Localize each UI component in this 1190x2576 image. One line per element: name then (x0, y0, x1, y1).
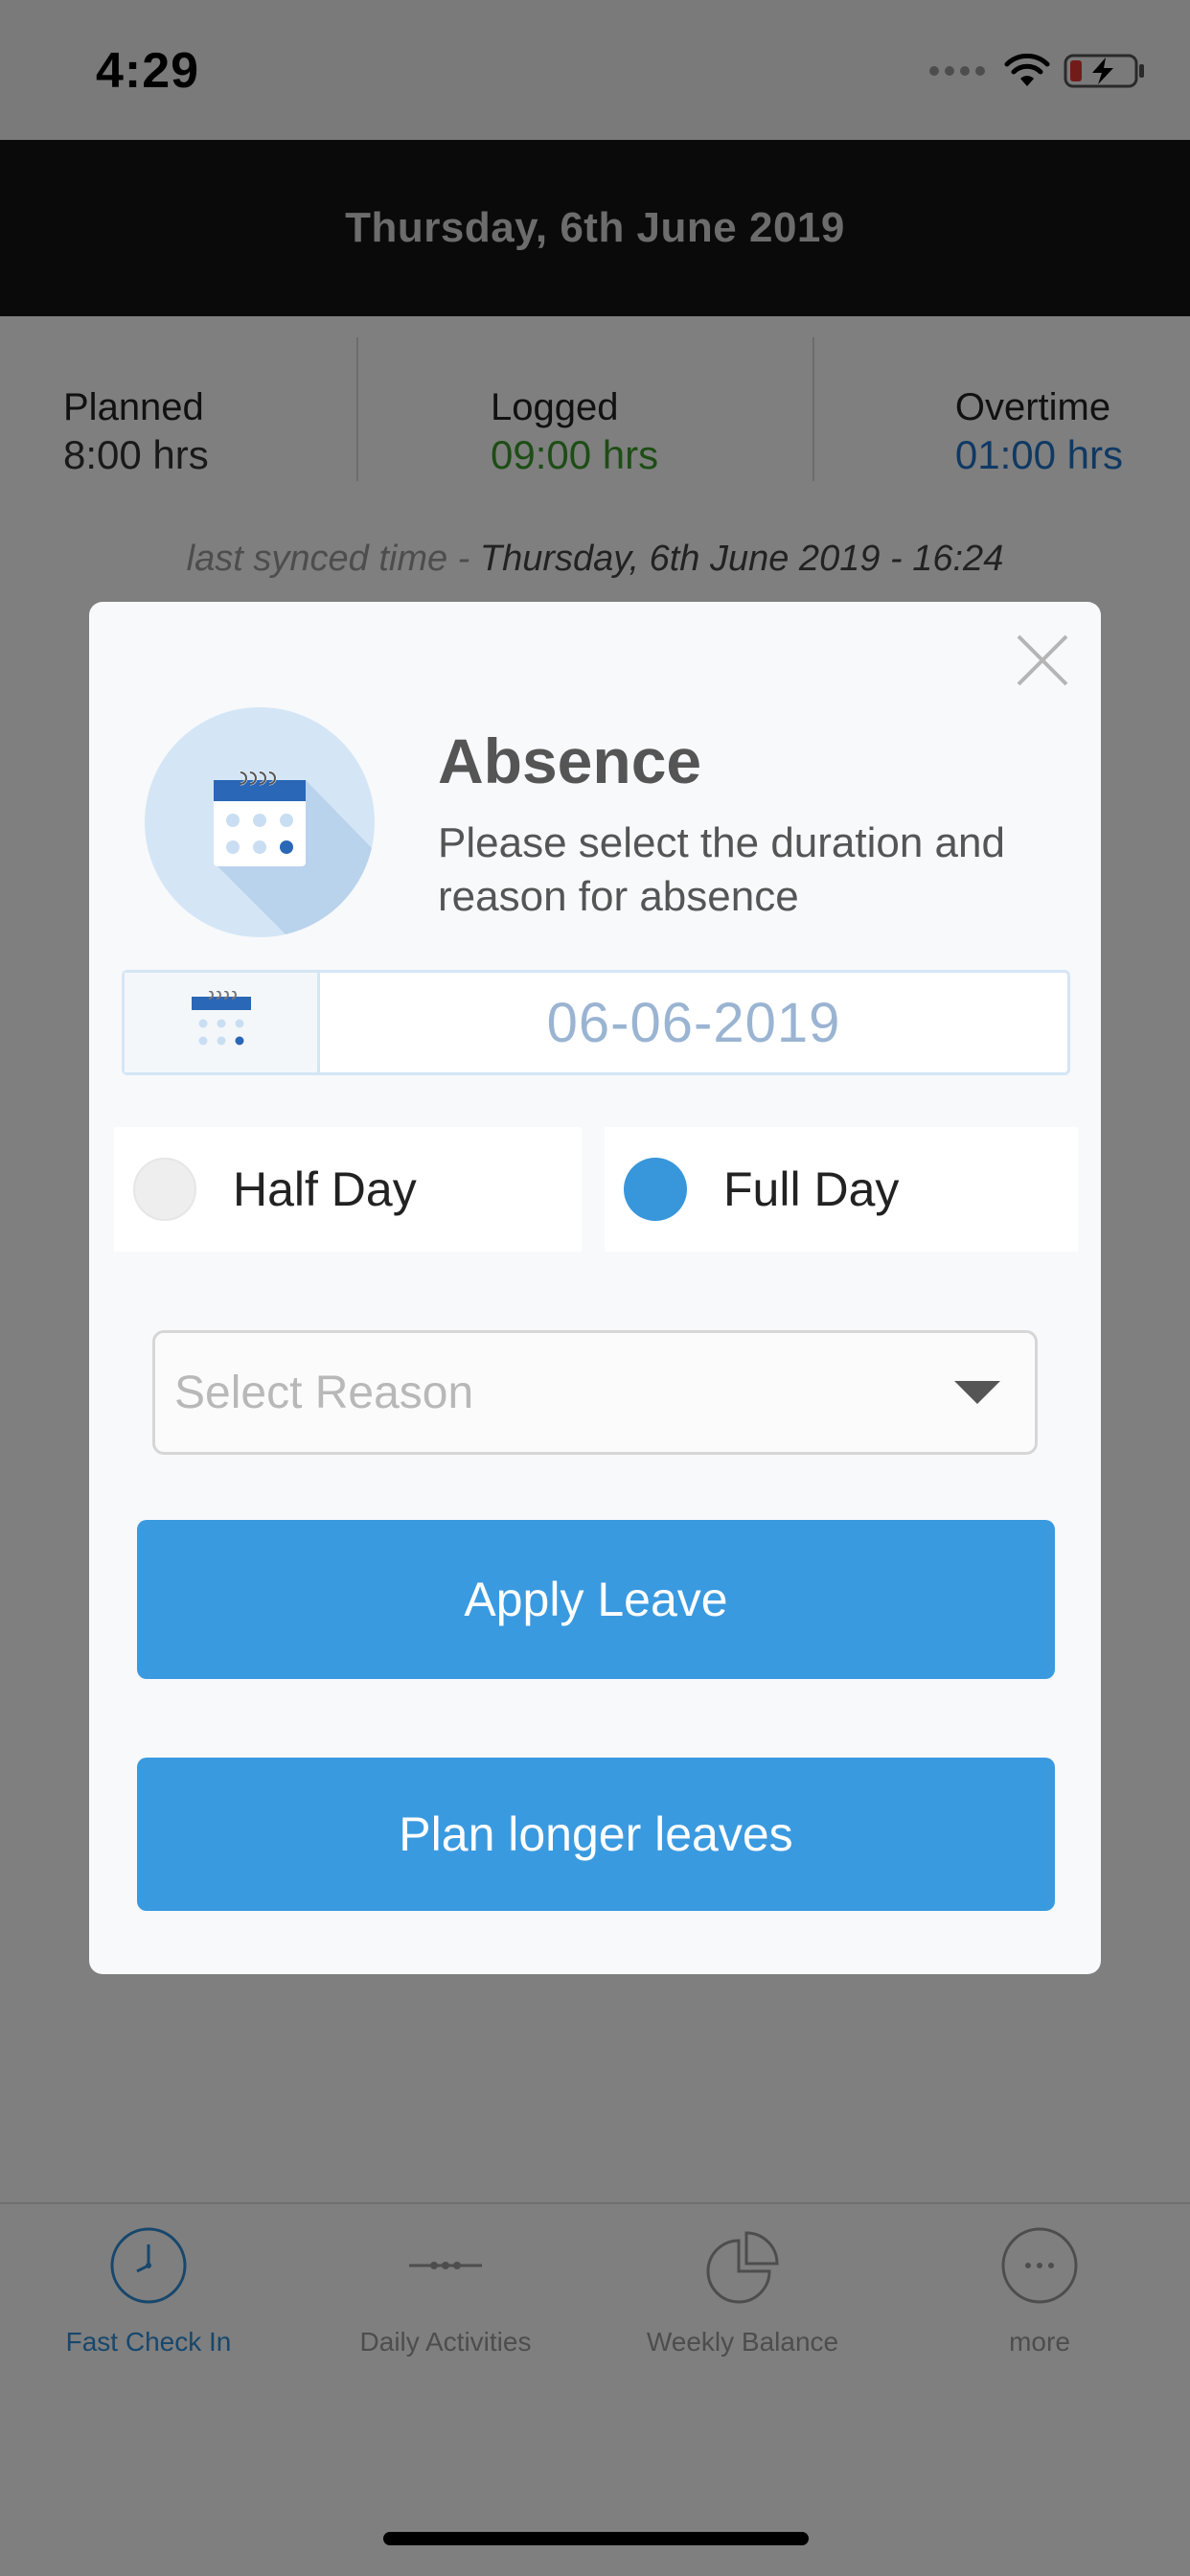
apply-leave-button[interactable]: Apply Leave (137, 1520, 1055, 1679)
modal-title: Absence (438, 725, 702, 796)
reason-select[interactable]: Select Reason (152, 1330, 1038, 1455)
absence-illustration (145, 707, 375, 937)
absence-modal: Absence Please select the duration and r… (89, 602, 1101, 1974)
calendar-small-icon (191, 991, 251, 1046)
modal-subtitle: Please select the duration and reason fo… (438, 819, 1005, 920)
half-day-radio[interactable] (133, 1158, 196, 1221)
half-day-label: Half Day (233, 1162, 417, 1216)
full-day-label: Full Day (723, 1162, 900, 1216)
close-icon[interactable] (1011, 629, 1074, 692)
full-day-option[interactable]: Full Day (605, 1127, 1078, 1252)
full-day-radio[interactable] (624, 1158, 687, 1221)
calendar-icon (214, 770, 375, 937)
home-indicator (383, 2532, 809, 2545)
reason-placeholder: Select Reason (174, 1367, 474, 1418)
half-day-option[interactable]: Half Day (114, 1127, 582, 1252)
date-picker-button[interactable] (125, 973, 320, 1072)
date-field[interactable]: 06-06-2019 (122, 970, 1070, 1075)
date-value: 06-06-2019 (546, 991, 841, 1054)
plan-longer-leaves-button[interactable]: Plan longer leaves (137, 1758, 1055, 1911)
chevron-down-icon (954, 1381, 1000, 1404)
